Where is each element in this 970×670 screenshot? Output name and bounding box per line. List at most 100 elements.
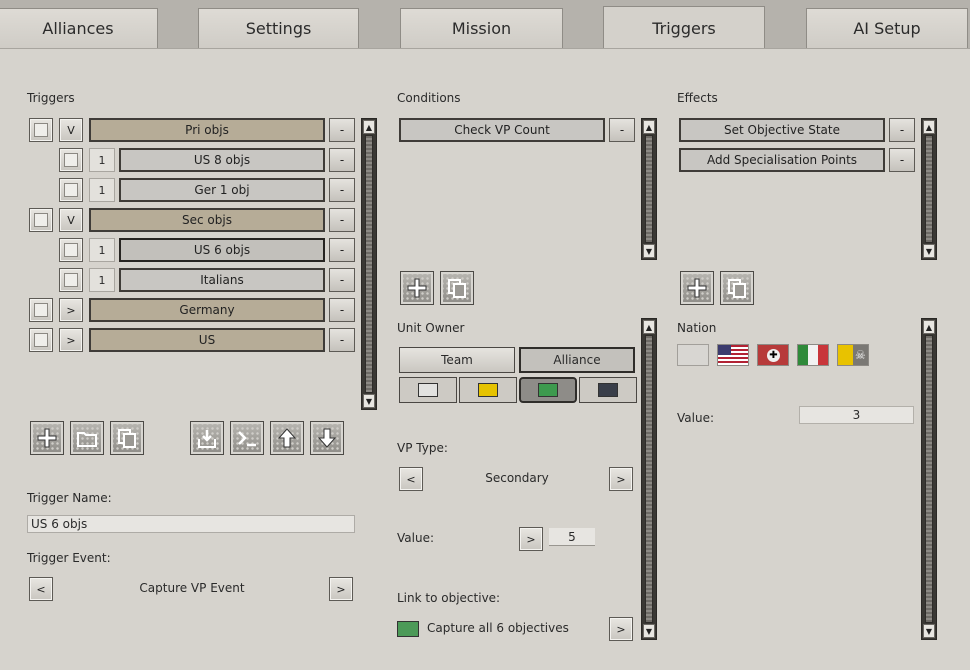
scroll-track[interactable] <box>645 135 653 243</box>
unit-owner-label: Unit Owner <box>397 321 465 335</box>
scroll-down-icon[interactable]: ▼ <box>363 394 375 408</box>
color-swatch <box>598 383 618 397</box>
scroll-track[interactable] <box>645 335 653 623</box>
remove-trigger-button[interactable]: - <box>329 118 355 142</box>
effect-set-objective-state[interactable]: Set Objective State <box>679 118 885 142</box>
tab-ai-setup[interactable]: AI Setup <box>806 8 968 48</box>
trigger-checkbox[interactable] <box>29 298 53 322</box>
condition-settings-scrollbar[interactable]: ▲ ▼ <box>641 318 657 640</box>
tab-alliances[interactable]: Alliances <box>0 8 158 48</box>
scroll-down-icon[interactable]: ▼ <box>643 244 655 258</box>
copy-icon <box>448 279 466 298</box>
trigger-count: 1 <box>89 148 115 172</box>
add-condition-button[interactable] <box>400 271 434 305</box>
scroll-up-icon[interactable]: ▲ <box>923 120 935 134</box>
scroll-down-icon[interactable]: ▼ <box>923 244 935 258</box>
checkbox-box <box>34 213 48 227</box>
trigger-item-ger-1-obj[interactable]: Ger 1 obj <box>119 178 325 202</box>
trigger-expand-toggle[interactable]: > <box>59 328 83 352</box>
copy-trigger-button[interactable] <box>110 421 144 455</box>
remove-trigger-button[interactable]: - <box>329 238 355 262</box>
add-effect-button[interactable] <box>680 271 714 305</box>
condition-check-vp-count[interactable]: Check VP Count <box>399 118 605 142</box>
germany-flag-icon[interactable]: ✚ <box>757 344 789 366</box>
color-yellow-option[interactable] <box>459 377 517 403</box>
trigger-item-italians[interactable]: Italians <box>119 268 325 292</box>
trigger-checkbox[interactable] <box>59 268 83 292</box>
remove-trigger-button[interactable]: - <box>329 148 355 172</box>
trigger-group-us[interactable]: US <box>89 328 325 352</box>
scroll-up-icon[interactable]: ▲ <box>643 120 655 134</box>
effect-value-input[interactable]: 3 <box>799 406 914 424</box>
effect-add-specialisation-points[interactable]: Add Specialisation Points <box>679 148 885 172</box>
trigger-expand-toggle[interactable]: V <box>59 208 83 232</box>
scroll-down-icon[interactable]: ▼ <box>643 624 655 638</box>
copy-effect-button[interactable] <box>720 271 754 305</box>
axis-faction-flag-icon[interactable]: ☠ <box>837 344 869 366</box>
remove-effect-button[interactable]: - <box>889 148 915 172</box>
scroll-up-icon[interactable]: ▲ <box>643 320 655 334</box>
conditions-scrollbar[interactable]: ▲ ▼ <box>641 118 657 260</box>
plus-icon <box>687 278 707 298</box>
remove-effect-button[interactable]: - <box>889 118 915 142</box>
remove-trigger-button[interactable]: - <box>329 268 355 292</box>
tab-mission[interactable]: Mission <box>400 8 563 48</box>
tab-triggers[interactable]: Triggers <box>603 6 765 50</box>
move-up-button[interactable] <box>270 421 304 455</box>
scroll-up-icon[interactable]: ▲ <box>363 120 375 134</box>
triggers-scrollbar[interactable]: ▲ ▼ <box>361 118 377 410</box>
condition-value-next-button[interactable]: > <box>519 527 543 551</box>
vp-type-prev-button[interactable]: < <box>399 467 423 491</box>
effect-value-label: Value: <box>677 411 714 425</box>
trigger-name-input[interactable]: US 6 objs <box>27 515 355 533</box>
us-flag-icon[interactable] <box>717 344 749 366</box>
link-objective-next-button[interactable]: > <box>609 617 633 641</box>
remove-trigger-button[interactable]: - <box>329 328 355 352</box>
trigger-event-prev-button[interactable]: < <box>29 577 53 601</box>
remove-trigger-button[interactable]: - <box>329 298 355 322</box>
copy-condition-button[interactable] <box>440 271 474 305</box>
trigger-item-us-6-objs[interactable]: US 6 objs <box>119 238 325 262</box>
scroll-up-icon[interactable]: ▲ <box>923 320 935 334</box>
trigger-group-pri-objs[interactable]: Pri objs <box>89 118 325 142</box>
trigger-item-us-8-objs[interactable]: US 8 objs <box>119 148 325 172</box>
import-button[interactable] <box>190 421 224 455</box>
trigger-checkbox[interactable] <box>29 118 53 142</box>
vp-type-next-button[interactable]: > <box>609 467 633 491</box>
color-white-option[interactable] <box>399 377 457 403</box>
plus-icon <box>37 428 57 448</box>
trigger-checkbox[interactable] <box>59 148 83 172</box>
owner-alliance-option[interactable]: Alliance <box>519 347 635 373</box>
effect-settings-scrollbar[interactable]: ▲ ▼ <box>921 318 937 640</box>
trigger-checkbox[interactable] <box>59 238 83 262</box>
scroll-track[interactable] <box>925 135 933 243</box>
effects-scrollbar[interactable]: ▲ ▼ <box>921 118 937 260</box>
tab-settings[interactable]: Settings <box>198 8 359 48</box>
plus-icon <box>407 278 427 298</box>
console-button[interactable] <box>230 421 264 455</box>
condition-value-input[interactable]: 5 <box>549 528 595 546</box>
add-trigger-button[interactable] <box>30 421 64 455</box>
remove-trigger-button[interactable]: - <box>329 178 355 202</box>
scroll-down-icon[interactable]: ▼ <box>923 624 935 638</box>
trigger-checkbox[interactable] <box>29 208 53 232</box>
trigger-group-sec-objs[interactable]: Sec objs <box>89 208 325 232</box>
trigger-event-next-button[interactable]: > <box>329 577 353 601</box>
trigger-group-germany[interactable]: Germany <box>89 298 325 322</box>
add-folder-button[interactable] <box>70 421 104 455</box>
trigger-checkbox[interactable] <box>59 178 83 202</box>
scroll-track[interactable] <box>365 135 373 393</box>
trigger-expand-toggle[interactable]: V <box>59 118 83 142</box>
trigger-checkbox[interactable] <box>29 328 53 352</box>
italy-flag-icon[interactable] <box>797 344 829 366</box>
remove-trigger-button[interactable]: - <box>329 208 355 232</box>
move-down-button[interactable] <box>310 421 344 455</box>
objective-color-swatch <box>397 621 419 637</box>
trigger-expand-toggle[interactable]: > <box>59 298 83 322</box>
scroll-track[interactable] <box>925 335 933 623</box>
remove-condition-button[interactable]: - <box>609 118 635 142</box>
color-dark-option[interactable] <box>579 377 637 403</box>
owner-team-option[interactable]: Team <box>399 347 515 373</box>
neutral-flag-icon[interactable] <box>677 344 709 366</box>
color-green-option[interactable] <box>519 377 577 403</box>
